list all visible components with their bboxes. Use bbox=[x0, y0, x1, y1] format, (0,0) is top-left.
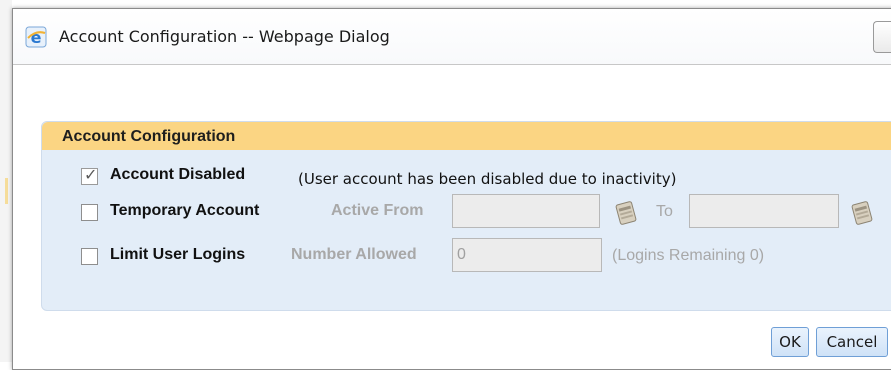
limit-logins-checkbox[interactable] bbox=[81, 248, 98, 265]
calendar-icon[interactable] bbox=[614, 197, 640, 227]
active-from-input[interactable] bbox=[452, 194, 600, 228]
logins-remaining-text: (Logins Remaining 0) bbox=[612, 247, 765, 264]
checkmark-icon: ✓ bbox=[84, 165, 98, 184]
panel-title: Account Configuration bbox=[62, 128, 236, 145]
active-from-label: Active From bbox=[331, 202, 424, 219]
account-disabled-label: Account Disabled bbox=[110, 166, 246, 183]
limit-logins-label: Limit User Logins bbox=[110, 246, 246, 263]
ok-button[interactable]: OK bbox=[771, 327, 809, 357]
cancel-button[interactable]: Cancel bbox=[816, 327, 888, 357]
calendar-icon[interactable] bbox=[850, 197, 876, 227]
background-page-strip bbox=[0, 0, 891, 8]
dialog-title: Account Configuration -- Webpage Dialog bbox=[59, 27, 390, 46]
number-allowed-label: Number Allowed bbox=[291, 246, 417, 263]
internet-explorer-icon: e bbox=[25, 26, 47, 48]
to-label: To bbox=[656, 203, 673, 220]
svg-text:e: e bbox=[31, 28, 42, 47]
number-allowed-input[interactable] bbox=[452, 238, 602, 272]
background-page-highlight bbox=[5, 178, 8, 204]
temporary-account-row: Temporary Account Active From To bbox=[42, 194, 891, 234]
account-disabled-checkbox[interactable]: ✓ bbox=[81, 165, 98, 185]
to-date-input[interactable] bbox=[689, 194, 839, 228]
limit-logins-row: Limit User Logins Number Allowed (Logins… bbox=[42, 238, 891, 278]
panel-header: Account Configuration bbox=[42, 122, 891, 150]
account-disabled-row: ✓ Account Disabled (User account has bee… bbox=[42, 158, 891, 198]
dialog-titlebar[interactable]: e Account Configuration -- Webpage Dialo… bbox=[13, 9, 891, 65]
account-config-panel: Account Configuration ✓ Account Disabled… bbox=[41, 121, 891, 311]
temporary-account-checkbox[interactable] bbox=[81, 204, 98, 221]
temporary-account-label: Temporary Account bbox=[110, 202, 260, 219]
account-disabled-note: (User account has been disabled due to i… bbox=[298, 170, 677, 188]
account-configuration-dialog: e Account Configuration -- Webpage Dialo… bbox=[12, 8, 891, 370]
close-button[interactable] bbox=[873, 21, 891, 53]
